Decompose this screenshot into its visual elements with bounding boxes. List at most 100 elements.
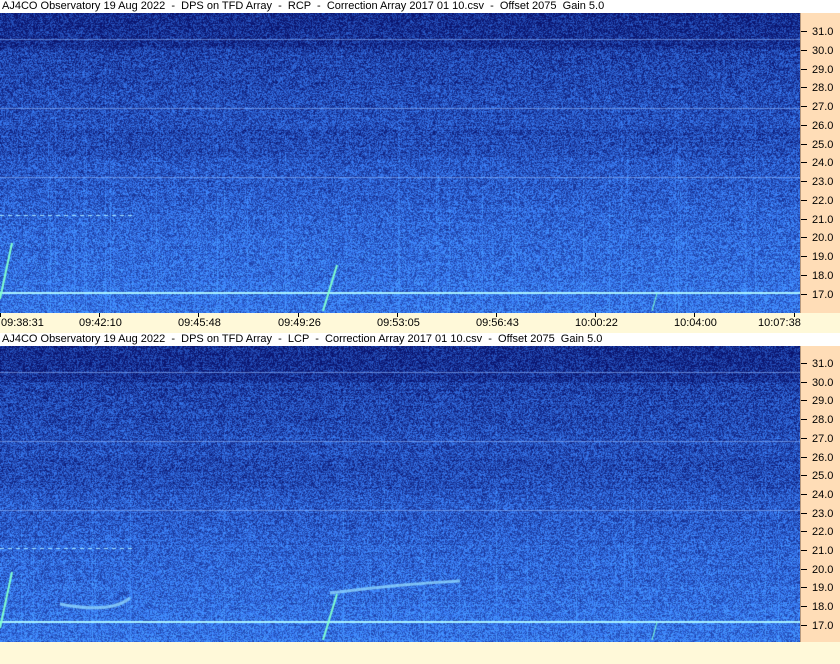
freq-tick: 18.0 xyxy=(801,270,840,282)
freq-tick-label: 27.0 xyxy=(812,101,834,113)
freq-tick-mark xyxy=(801,256,807,257)
freq-tick: 22.0 xyxy=(801,526,840,538)
freq-tick-mark xyxy=(801,419,807,421)
freq-tick-label: 24.0 xyxy=(812,157,834,170)
freq-tick-label: 28.0 xyxy=(812,82,834,95)
freq-tick: 27.0 xyxy=(801,433,840,445)
freq-tick: 21.0 xyxy=(801,214,840,226)
freq-tick: 20.0 xyxy=(801,232,840,244)
freq-tick-label: 25.0 xyxy=(812,138,834,151)
time-tick-label: 10:04:00 xyxy=(674,317,717,329)
time-tick-label: 09:45:48 xyxy=(178,317,221,329)
freq-tick-label: 24.0 xyxy=(812,488,834,501)
freq-tick-label: 26.0 xyxy=(812,119,834,132)
freq-tick-label: 23.0 xyxy=(812,507,834,520)
freq-tick-mark xyxy=(801,456,807,458)
freq-tick: 20.0 xyxy=(801,564,840,576)
time-tick-label: 10:00:22 xyxy=(575,317,618,329)
spectrogram-canvas-rcp xyxy=(0,13,800,313)
spectrogram-title-lcp: AJ4CO Observatory 19 Aug 2022 - DPS on T… xyxy=(0,333,840,346)
freq-tick: 23.0 xyxy=(801,508,840,520)
freq-tick: 27.0 xyxy=(801,101,840,113)
freq-tick: 25.0 xyxy=(801,470,840,482)
freq-tick-mark xyxy=(801,381,807,383)
time-tick-label: 09:56:43 xyxy=(476,317,519,329)
freq-tick-label: 25.0 xyxy=(812,470,834,483)
freq-tick-mark xyxy=(801,363,807,364)
freq-tick: 18.0 xyxy=(801,601,840,613)
freq-tick-mark xyxy=(801,493,807,495)
freq-tick-label: 19.0 xyxy=(812,582,834,595)
freq-tick: 26.0 xyxy=(801,120,840,132)
freq-tick-mark xyxy=(801,218,807,220)
freq-tick: 24.0 xyxy=(801,489,840,501)
freq-tick-label: 31.0 xyxy=(812,26,834,38)
freq-tick-mark xyxy=(801,568,807,570)
time-tick-label: 10:07:38 xyxy=(758,317,801,329)
freq-tick-mark xyxy=(801,293,807,295)
freq-tick-mark xyxy=(801,624,807,626)
freq-tick-label: 18.0 xyxy=(812,601,834,614)
freq-tick-mark xyxy=(801,550,807,551)
freq-tick-mark xyxy=(801,587,807,589)
freq-tick-label: 30.0 xyxy=(812,376,834,389)
time-tick-label: 09:53:05 xyxy=(377,317,420,329)
freq-tick-label: 23.0 xyxy=(812,176,834,188)
freq-tick-label: 18.0 xyxy=(812,269,834,282)
freq-tick-label: 22.0 xyxy=(812,194,834,207)
freq-tick: 30.0 xyxy=(801,45,840,57)
freq-tick-mark xyxy=(801,274,807,276)
freq-tick: 19.0 xyxy=(801,582,840,594)
freq-tick-label: 17.0 xyxy=(812,288,834,301)
freq-tick-label: 17.0 xyxy=(812,619,834,632)
freq-tick: 28.0 xyxy=(801,82,840,94)
freq-tick-label: 29.0 xyxy=(812,63,834,76)
spectrogram-plot-rcp[interactable] xyxy=(0,13,800,313)
freq-tick-label: 28.0 xyxy=(812,414,834,427)
freq-tick-mark xyxy=(801,106,807,107)
freq-tick: 28.0 xyxy=(801,414,840,426)
freq-tick: 17.0 xyxy=(801,289,840,301)
freq-tick: 21.0 xyxy=(801,545,840,557)
freq-tick-label: 19.0 xyxy=(812,251,834,263)
freq-tick: 19.0 xyxy=(801,251,840,263)
freq-tick: 26.0 xyxy=(801,452,840,464)
spectrogram-plot-lcp[interactable] xyxy=(0,346,800,642)
spectrogram-title-rcp: AJ4CO Observatory 19 Aug 2022 - DPS on T… xyxy=(0,0,840,13)
freq-tick: 24.0 xyxy=(801,157,840,169)
freq-tick: 29.0 xyxy=(801,64,840,76)
freq-tick-mark xyxy=(801,124,807,126)
frequency-axis-lcp: 31.0 30.0 29.0 28.0 27.0 26.0 25.0 24.0 23.0 22.0… xyxy=(800,346,840,642)
freq-tick-mark xyxy=(801,162,807,164)
time-tick-label: 09:42:10 xyxy=(79,317,122,329)
freq-tick: 23.0 xyxy=(801,176,840,188)
freq-tick-mark xyxy=(801,400,807,402)
freq-tick-mark xyxy=(801,181,807,182)
freq-tick-label: 20.0 xyxy=(812,563,834,576)
freq-tick-mark xyxy=(801,143,807,145)
freq-tick-label: 21.0 xyxy=(812,213,834,226)
freq-tick-mark xyxy=(801,237,807,239)
freq-tick-mark xyxy=(801,512,807,514)
frequency-axis-rcp: 31.0 30.0 29.0 28.0 27.0 26.0 25.0 24.0 23.0 22.0… xyxy=(800,13,840,313)
freq-tick-label: 31.0 xyxy=(812,358,834,370)
freq-tick-mark xyxy=(801,606,807,608)
freq-tick-label: 20.0 xyxy=(812,232,834,245)
time-tick-label: 09:38:31 xyxy=(1,317,44,329)
freq-tick-mark xyxy=(801,68,807,70)
freq-tick-mark xyxy=(801,87,807,89)
freq-tick-mark xyxy=(801,31,807,32)
freq-tick-label: 21.0 xyxy=(812,545,834,557)
freq-tick: 31.0 xyxy=(801,26,840,38)
freq-tick-mark xyxy=(801,437,807,439)
spectrogram-canvas-lcp xyxy=(0,346,800,642)
freq-tick: 17.0 xyxy=(801,620,840,632)
freq-tick: 29.0 xyxy=(801,395,840,407)
freq-tick: 31.0 xyxy=(801,358,840,370)
freq-tick-label: 29.0 xyxy=(812,395,834,408)
freq-tick: 22.0 xyxy=(801,195,840,207)
bottom-strip xyxy=(0,642,840,664)
freq-tick-label: 30.0 xyxy=(812,44,834,57)
time-axis: 09:38:31 09:42:10 09:45:48 09:49:26 09:53:05… xyxy=(0,313,801,333)
freq-tick-label: 22.0 xyxy=(812,526,834,539)
